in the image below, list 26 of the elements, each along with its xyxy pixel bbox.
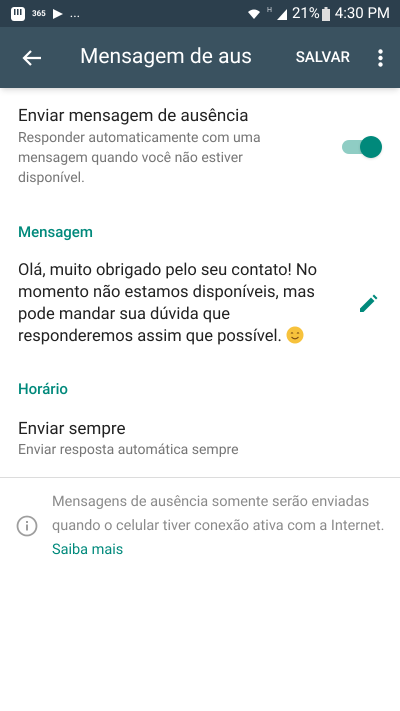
screen-title[interactable]: Mensagem de aus	[80, 42, 252, 74]
section-heading: Horário	[17, 378, 69, 400]
info-text: Mensagens de ausência somente serão enviadas quando o celular tiver conexão ativa com a Internet. Saiba mais	[52, 492, 386, 560]
signal-icon	[276, 8, 288, 20]
info-icon	[16, 515, 38, 537]
battery-percent: 21%	[292, 3, 320, 24]
notification-label: 365	[32, 8, 46, 20]
battery-icon	[322, 6, 330, 20]
play-icon	[52, 8, 64, 20]
back-icon	[22, 48, 42, 66]
pencil-icon	[358, 294, 378, 314]
schedule-title: Enviar sempre	[18, 418, 127, 440]
more-notifications: ...	[70, 7, 80, 20]
learn-more-link[interactable]: Saiba mais	[52, 541, 124, 558]
setting-description: Responder automaticamente com uma mensagem quando você não estiver disponível.	[18, 129, 262, 188]
schedule-description: Enviar resposta automática sempre	[18, 441, 240, 460]
section-heading: Mensagem	[17, 222, 94, 243]
wifi-icon	[246, 6, 261, 20]
app-icon	[10, 6, 26, 22]
more-icon	[378, 48, 382, 66]
smiley-icon	[286, 326, 304, 344]
away-message: Olá, muito obrigado pelo seu contato! No momento não estamos disponíveis, mas pode mandar sua dúvida que responderemos assim que possível.	[18, 260, 318, 348]
clock: 4:30 PM	[334, 3, 390, 24]
save-button[interactable]: SALVAR	[290, 46, 356, 69]
setting-title: Enviar mensagem de ausência	[18, 105, 250, 128]
schedule-row[interactable]: Enviar sempre Enviar resposta automática sempre	[0, 400, 400, 477]
